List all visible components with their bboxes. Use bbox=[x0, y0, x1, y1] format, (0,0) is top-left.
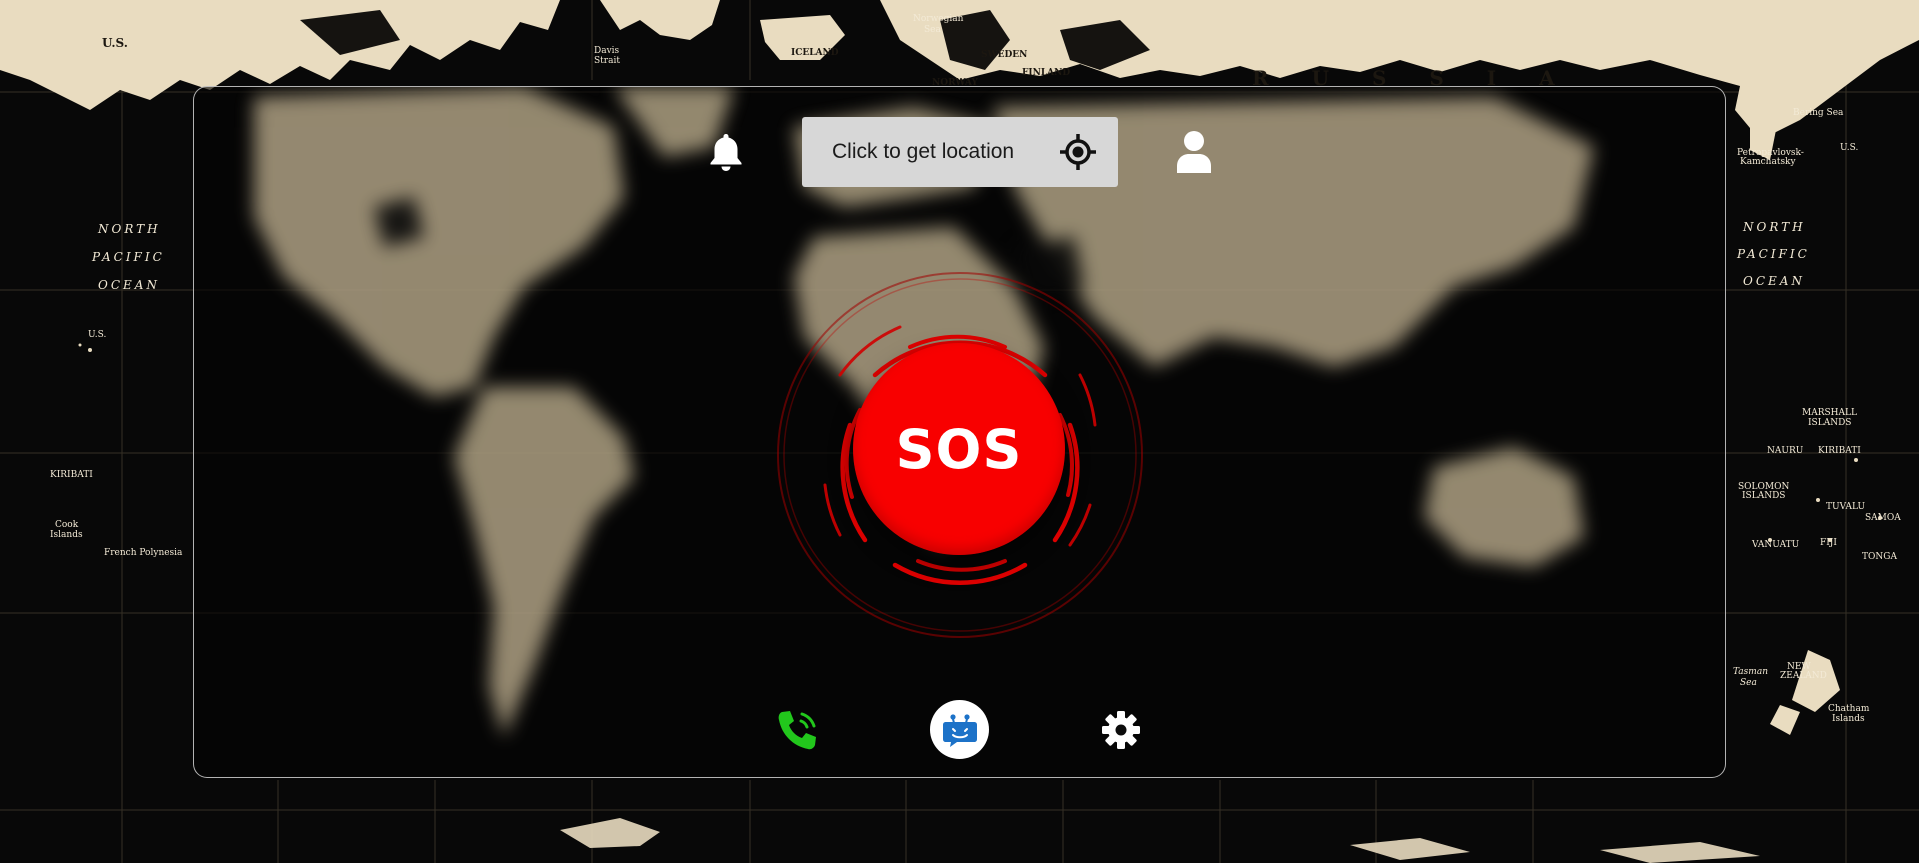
crosshair-icon bbox=[1058, 132, 1098, 172]
gear-icon[interactable] bbox=[1100, 709, 1142, 751]
user-icon[interactable] bbox=[1175, 130, 1213, 174]
phone-call-icon[interactable] bbox=[776, 708, 820, 752]
chatbot-button[interactable] bbox=[930, 700, 989, 759]
get-location-label: Click to get location bbox=[832, 140, 1015, 163]
sos-label: SOS bbox=[895, 417, 1023, 481]
app-stage: U.S. ICELAND SWEDEN FINLAND NORWAY Norwe… bbox=[0, 0, 1919, 863]
sos-button[interactable]: SOS bbox=[853, 343, 1065, 555]
chatbot-icon bbox=[942, 713, 977, 747]
bell-icon[interactable] bbox=[707, 132, 745, 172]
get-location-button[interactable]: Click to get location bbox=[802, 117, 1118, 187]
